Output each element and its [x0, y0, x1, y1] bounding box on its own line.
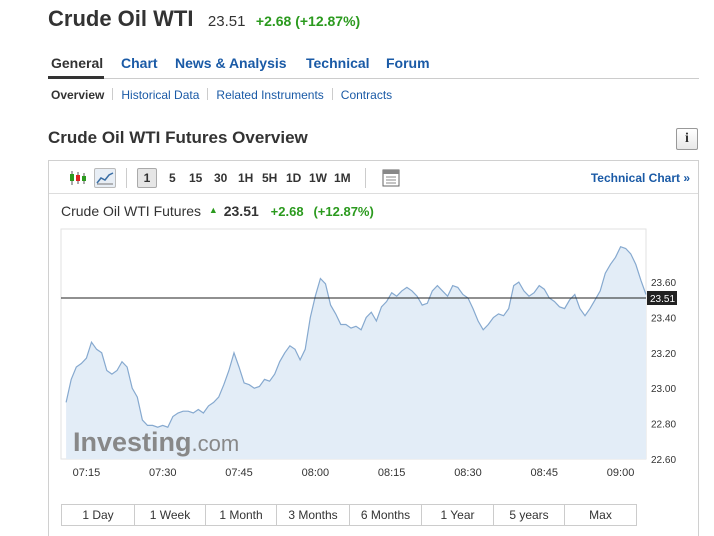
range-1-day[interactable]: 1 Day — [62, 505, 135, 525]
y-tick-label: 23.20 — [651, 349, 676, 360]
subtab-historical-data[interactable]: Historical Data — [121, 88, 199, 102]
range-1-month[interactable]: 1 Month — [206, 505, 277, 525]
section-title: Crude Oil WTI Futures Overview — [48, 128, 308, 147]
y-tick-label: 22.60 — [651, 455, 676, 466]
sub-tabs: Overview Historical Data Related Instrumen… — [48, 88, 392, 104]
table-icon[interactable] — [380, 168, 402, 188]
y-tick-label: 22.80 — [651, 420, 676, 431]
subtab-divider — [112, 88, 114, 100]
last-price-label: 23.51 — [650, 294, 675, 305]
toolbar-divider — [126, 168, 127, 188]
x-tick-label: 08:00 — [302, 467, 330, 477]
quote-change-percent: (+12.87%) — [313, 204, 374, 219]
range-max[interactable]: Max — [565, 505, 636, 525]
subtab-divider — [331, 88, 333, 100]
instrument-name: Crude Oil WTI — [48, 6, 194, 31]
toolbar-divider — [365, 168, 366, 188]
interval-5h[interactable]: 5H — [262, 171, 277, 185]
main-tabs: General Chart News & Analysis Technical … — [48, 52, 699, 79]
y-tick-label: 23.40 — [651, 313, 676, 324]
subtab-contracts[interactable]: Contracts — [341, 88, 392, 102]
range-6-months[interactable]: 6 Months — [350, 505, 422, 525]
quote-price: 23.51 — [223, 203, 259, 219]
interval-5[interactable]: 5 — [169, 171, 176, 185]
x-tick-label: 08:45 — [530, 467, 558, 477]
interval-1d[interactable]: 1D — [286, 171, 301, 185]
investing-watermark: Investing.com — [73, 427, 239, 457]
quote-name: Crude Oil WTI Futures — [61, 203, 202, 219]
price-chart[interactable]: Investing.com 23.51 23.60 23.40 23.20 23.00 22… — [49, 227, 698, 477]
interval-1[interactable]: 1 — [137, 168, 157, 188]
y-tick-label: 23.60 — [651, 278, 676, 289]
interval-30[interactable]: 30 — [214, 171, 227, 185]
instrument-change: +2.68 (+12.87%) — [255, 13, 361, 29]
quote-change: +2.68 — [270, 204, 304, 219]
interval-1w[interactable]: 1W — [309, 171, 327, 185]
x-tick-label: 07:45 — [225, 467, 253, 477]
x-tick-label: 08:15 — [378, 467, 406, 477]
range-3-months[interactable]: 3 Months — [277, 505, 350, 525]
tab-technical[interactable]: Technical — [306, 55, 370, 71]
x-tick-label: 08:30 — [454, 467, 482, 477]
chart-toolbar: 1 5 15 30 1H 5H 1D 1W 1M Technical Chart… — [49, 161, 698, 194]
interval-1m[interactable]: 1M — [334, 171, 351, 185]
subtab-overview[interactable]: Overview — [51, 88, 104, 102]
range-selector: 1 Day 1 Week 1 Month 3 Months 6 Months 1… — [61, 504, 637, 526]
watermark-suffix: .com — [192, 431, 240, 456]
area-chart-icon[interactable] — [94, 168, 116, 188]
interval-1h[interactable]: 1H — [238, 171, 253, 185]
active-tab-indicator — [48, 76, 104, 79]
range-1-week[interactable]: 1 Week — [135, 505, 206, 525]
watermark-brand: Investing — [73, 427, 192, 457]
subtab-related-instruments[interactable]: Related Instruments — [216, 88, 323, 102]
instrument-header: Crude Oil WTI 23.51 +2.68 (+12.87%) — [48, 6, 360, 34]
interval-15[interactable]: 15 — [189, 171, 202, 185]
x-tick-label: 07:30 — [149, 467, 177, 477]
tab-forum[interactable]: Forum — [386, 55, 430, 71]
tab-chart[interactable]: Chart — [121, 55, 158, 71]
chart-panel: 1 5 15 30 1H 5H 1D 1W 1M Technical Chart… — [48, 160, 699, 536]
candlestick-icon[interactable] — [67, 168, 89, 188]
up-arrow-icon: ▲ — [208, 205, 218, 215]
tab-general[interactable]: General — [51, 55, 103, 71]
range-1-year[interactable]: 1 Year — [422, 505, 494, 525]
subtab-divider — [207, 88, 209, 100]
chart-quote-line: Crude Oil WTI Futures ▲ 23.51 +2.68 (+12… — [61, 203, 374, 219]
x-tick-label: 07:15 — [73, 467, 101, 477]
technical-chart-link[interactable]: Technical Chart » — [591, 171, 690, 185]
range-5-years[interactable]: 5 years — [494, 505, 565, 525]
instrument-price: 23.51 — [207, 13, 246, 30]
y-tick-label: 23.00 — [651, 384, 676, 395]
tab-news-analysis[interactable]: News & Analysis — [175, 55, 287, 71]
x-tick-label: 09:00 — [607, 467, 635, 477]
info-icon[interactable]: i — [676, 128, 698, 150]
